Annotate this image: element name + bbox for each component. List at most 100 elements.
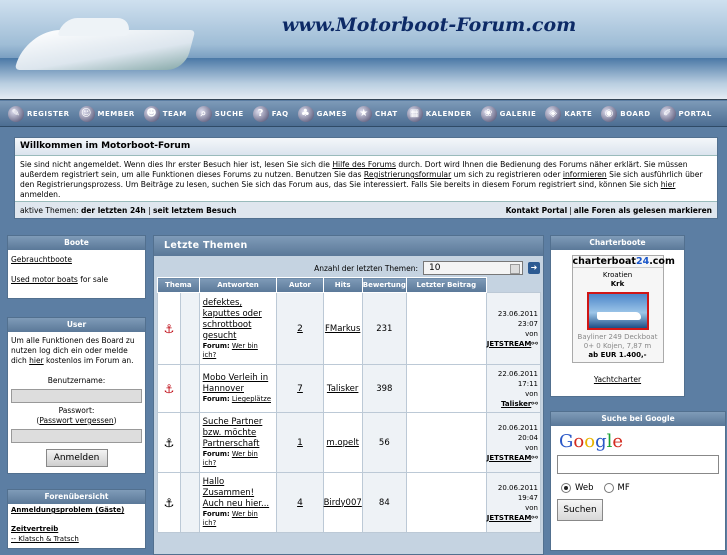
charterboat24-logo[interactable]: charterboat24.com (572, 256, 675, 268)
used-motor-boats-link[interactable]: Used motor boats (11, 275, 78, 284)
nav-item-karte[interactable]: ◈ KARTE (545, 105, 592, 122)
site-title[interactable]: www.Motorboot-Forum.com (282, 14, 576, 36)
board-icon: ◉ (601, 105, 618, 122)
nav-item-kalender[interactable]: ▦ KALENDER (406, 105, 472, 122)
google-search-input[interactable] (557, 455, 719, 474)
nav-item-board[interactable]: ◉ BOARD (601, 105, 650, 122)
charter-ad[interactable]: charterboat24.com Kroatien Krk Bayliner … (571, 255, 675, 363)
since-last-visit-link[interactable]: seit letztem Besuch (153, 206, 236, 215)
register-here-link[interactable]: hier (29, 356, 44, 365)
yacht-charter-link[interactable]: Yachtcharter (594, 375, 641, 384)
forum-link-pastime[interactable]: Zeitvertreib (11, 525, 58, 533)
nav-item-label: SUCHE (214, 109, 244, 118)
nav-item-games[interactable]: ♣ GAMES (297, 105, 347, 122)
column-header: Antworten (198, 277, 278, 293)
nav-item-faq[interactable]: ? FAQ (252, 105, 289, 122)
forum-label: Forum: (202, 510, 230, 518)
last-post-user-link[interactable]: JETSTREAM (487, 340, 532, 348)
charter-boat-image[interactable] (586, 292, 649, 330)
login-intro-text-end: kostenlos im Forum an. (43, 356, 134, 365)
topic-count-row: Anzahl der letzten Themen: 10 ➜ (154, 259, 543, 277)
nav-item-register[interactable]: ✎ REGISTER (8, 105, 70, 122)
topic-title-link[interactable]: Hallo Zusammen! Auch neu hier... (203, 477, 269, 509)
last-post-date: 20.06.2011 20:04 (497, 423, 538, 442)
topic-status-cell (180, 364, 200, 413)
google-logo: Google (551, 426, 725, 452)
charter-boats-panel: Charterboote charterboat24.com Kroatien … (550, 235, 685, 397)
forum-link-gossip[interactable]: -- Klatsch & Tratsch (11, 535, 79, 543)
topic-title-link[interactable]: Suche Partner bzw. möchte Partnerschaft (203, 417, 263, 449)
by-label: von (525, 329, 538, 338)
replies-link[interactable]: 2 (297, 324, 303, 334)
forum-overview-panel: Forenübersicht Anmeldungsproblem (Gäste)… (7, 489, 146, 549)
last-24h-link[interactable]: der letzten 24h (81, 206, 146, 215)
column-header: Letzter Beitrag (405, 277, 487, 293)
forgot-password-link[interactable]: Passwort vergessen (39, 416, 113, 425)
binoculars-icon[interactable]: ⚯ (531, 339, 538, 348)
google-search-button[interactable]: Suchen (557, 499, 603, 521)
nav-item-label: MEMBER (97, 109, 135, 118)
google-logo-letter: g (595, 431, 607, 452)
google-logo-letter: o (573, 431, 585, 452)
replies-link[interactable]: 4 (297, 498, 303, 508)
nav-item-member[interactable]: ☺ MEMBER (78, 105, 135, 122)
author-link[interactable]: FMarkus (325, 324, 360, 334)
registration-form-link[interactable]: Registrierungsformular (364, 170, 451, 179)
login-button[interactable]: Anmelden (45, 449, 108, 467)
charter-price: ab EUR 1.400,- (588, 351, 647, 359)
search-icon: ⌕ (195, 105, 212, 122)
nav-item-suche[interactable]: ⌕ SUCHE (195, 105, 244, 122)
contact-portal-link[interactable]: Kontakt Portal (506, 206, 568, 215)
used-boats-link[interactable]: Gebrauchtboote (11, 255, 72, 264)
author-link[interactable]: Talisker (327, 384, 359, 394)
topic-status-cell (180, 292, 200, 365)
nav-item-team[interactable]: ☻ TEAM (143, 105, 187, 122)
help-link[interactable]: Hilfe des Forums (332, 160, 396, 169)
password-field[interactable] (11, 429, 142, 443)
nav-item-label: CHAT (375, 109, 398, 118)
gallery-icon: ❀ (480, 105, 497, 122)
rating-cell (405, 364, 487, 413)
mark-all-read-link[interactable]: alle Foren als gelesen markieren (574, 206, 712, 215)
forum-label: Forum: (202, 450, 230, 458)
nav-item-label: GALERIE (499, 109, 537, 118)
nav-item-chat[interactable]: ★ CHAT (356, 105, 398, 122)
web-radio-label: Web (575, 483, 594, 493)
table-row: ⚓ Suche Partner bzw. möchte Partnerschaft… (156, 412, 542, 473)
author-link[interactable]: Birdy007 (324, 498, 362, 508)
binoculars-icon[interactable]: ⚯ (531, 399, 538, 408)
arrow-right-icon[interactable]: ➜ (528, 262, 540, 274)
inform-link[interactable]: informieren (563, 170, 607, 179)
mf-radio[interactable] (603, 483, 614, 493)
author-link[interactable]: m.opelt (326, 438, 359, 448)
charter-boat-name: Bayliner 249 Deckboat (577, 333, 658, 341)
topic-count-label: Anzahl der letzten Themen: (314, 263, 418, 273)
web-radio[interactable] (561, 483, 571, 493)
nav-item-portal[interactable]: ✐ PORTAL (659, 105, 712, 122)
by-label: von (525, 503, 538, 512)
nav-item-galerie[interactable]: ❀ GALERIE (480, 105, 537, 122)
login-here-link[interactable]: hier (661, 180, 676, 189)
username-field[interactable] (11, 389, 142, 403)
map-icon: ◈ (545, 105, 562, 122)
hits-count: 398 (361, 364, 407, 413)
replies-link[interactable]: 7 (297, 384, 303, 394)
last-post-user-link[interactable]: JETSTREAM (487, 454, 532, 462)
last-post-user-link[interactable]: Talisker (501, 400, 531, 408)
boats-panel: Boote Gebrauchtboote Used motor boats fo… (7, 235, 146, 299)
last-post-date: 23.06.2011 23:07 (497, 309, 538, 328)
last-post-user-link[interactable]: JETSTREAM (487, 514, 532, 522)
replies-link[interactable]: 1 (297, 438, 303, 448)
last-post-date: 22.06.2011 17:11 (497, 369, 538, 388)
nav-item-label: PORTAL (678, 109, 712, 118)
topic-forum-link[interactable]: Liegeplätze (232, 395, 271, 403)
topic-title-link[interactable]: defektes, kaputtes oder schrottboot gesu… (203, 298, 262, 341)
forum-link-registration-problem[interactable]: Anmeldungsproblem (Gäste) (11, 506, 124, 514)
binoculars-icon[interactable]: ⚯ (531, 513, 538, 522)
for-sale-text: for sale (77, 275, 109, 284)
charter-boat-specs: 0+ 0 Kojen, 7,87 m (583, 342, 652, 350)
binoculars-icon[interactable]: ⚯ (531, 453, 538, 462)
topic-count-select[interactable]: 10 (423, 261, 523, 275)
topic-title-link[interactable]: Mobo Verleih in Hannover (203, 373, 269, 394)
forum-label: Forum: (202, 395, 230, 403)
